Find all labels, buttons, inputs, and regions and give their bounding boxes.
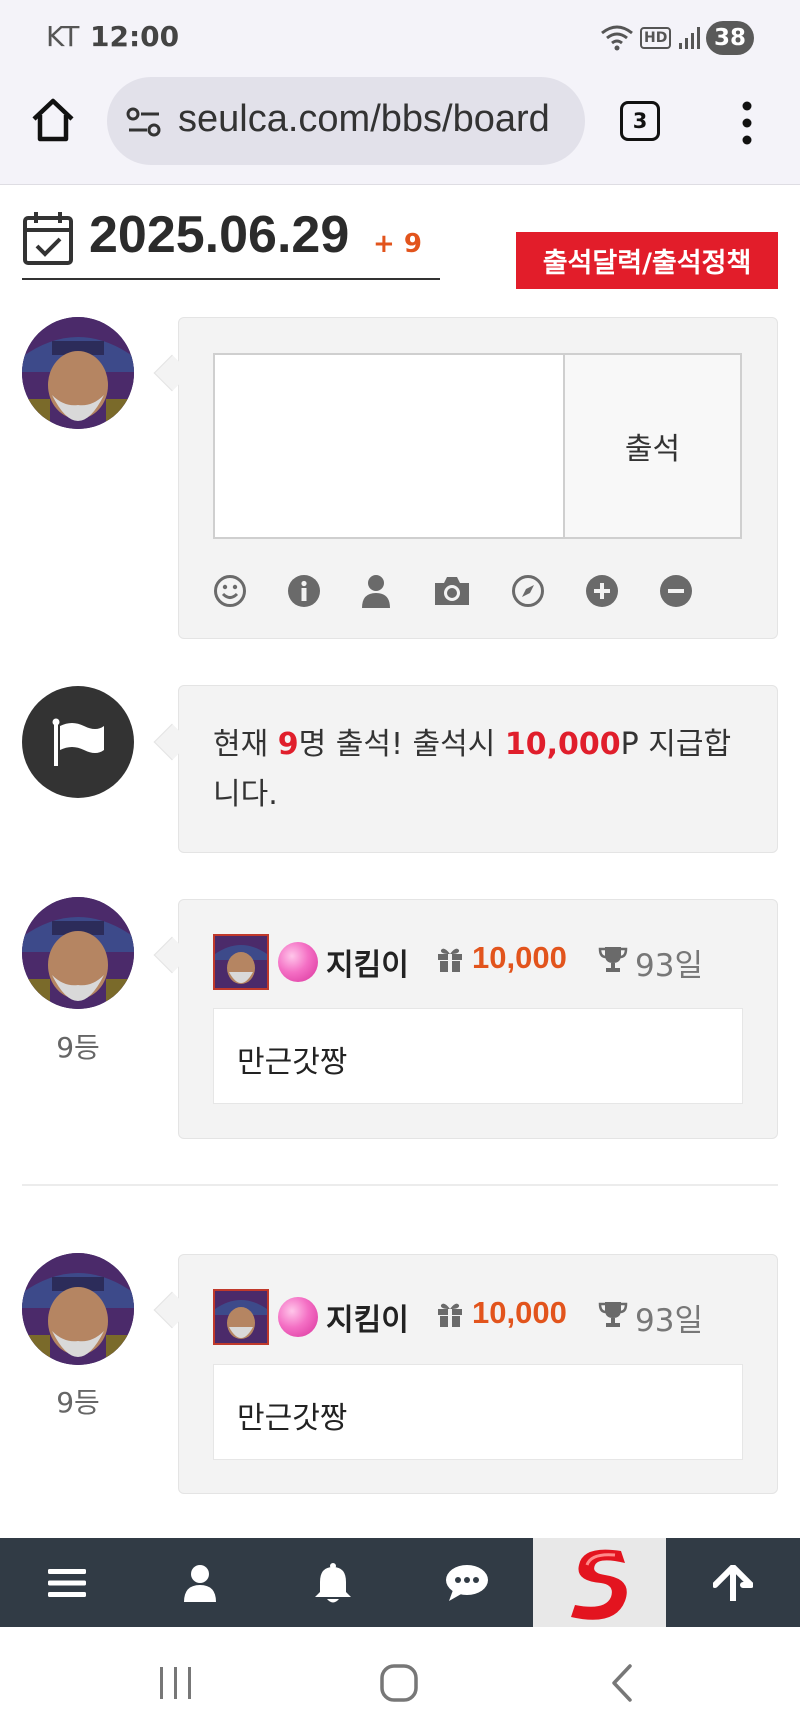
attendance-rank: 9등: [56, 1031, 100, 1064]
user-icon: [183, 1564, 216, 1602]
wizard-avatar-image: [22, 1253, 134, 1365]
browser-menu-button[interactable]: [736, 100, 758, 146]
info-icon: [288, 575, 320, 607]
smile-icon: [214, 575, 246, 607]
plus-circle-icon: [586, 575, 618, 607]
flag-icon: [52, 718, 104, 766]
chat-icon: [445, 1564, 488, 1601]
wizard-mini-avatar-image: [215, 936, 267, 988]
menu-icon: [47, 1568, 86, 1597]
arrow-up-icon: [713, 1564, 753, 1601]
calendar-check-icon: [22, 210, 74, 266]
wizard-avatar-image: [22, 897, 134, 1009]
recent-apps-icon: [160, 1667, 191, 1699]
nav-chat-button[interactable]: [400, 1538, 533, 1627]
member-nickname[interactable]: 지킴이: [326, 940, 409, 984]
signal-icon: [679, 27, 701, 49]
scroll-top-button[interactable]: [666, 1538, 800, 1627]
avatar: [22, 317, 134, 429]
attendee-count: 9: [277, 727, 299, 762]
avatar: [22, 897, 134, 1009]
nav-menu-button[interactable]: [0, 1538, 133, 1627]
expand-button[interactable]: [584, 573, 620, 609]
member-icon[interactable]: [213, 934, 269, 990]
gift-icon: [436, 945, 464, 977]
attendance-message: 만근갓짱: [237, 1045, 348, 1080]
consecutive-days: 93일: [635, 1303, 703, 1339]
home-button[interactable]: [28, 95, 78, 145]
attendance-message-input[interactable]: [213, 353, 565, 539]
attendance-rank: 9등: [56, 1386, 100, 1419]
entry-divider: [22, 1184, 778, 1186]
attendance-policy-button[interactable]: 출석달력/출석정책: [516, 232, 778, 289]
member-icon[interactable]: [213, 1289, 269, 1345]
attendance-message: 만근갓짱: [237, 1401, 348, 1436]
home-system-button[interactable]: [369, 1660, 429, 1706]
minus-circle-icon: [660, 575, 692, 607]
level-badge: [278, 1297, 318, 1337]
camera-icon: [435, 577, 469, 605]
member-nickname[interactable]: 지킴이: [326, 1295, 409, 1339]
notice-flag-badge: [22, 686, 134, 798]
nav-profile-button[interactable]: [133, 1538, 266, 1627]
more-vert-icon: [742, 101, 752, 145]
points-earned: 10,000: [472, 1295, 567, 1330]
site-logo-icon: [570, 1549, 627, 1620]
status-time: 12:00: [90, 20, 180, 53]
attend-submit-button[interactable]: 출석: [563, 353, 742, 539]
level-badge: [278, 942, 318, 982]
hd-badge: HD: [640, 27, 672, 49]
attendance-date: 2025.06.29: [89, 206, 350, 264]
battery-indicator: 38: [706, 21, 754, 55]
location-button[interactable]: [510, 573, 546, 609]
bell-icon: [314, 1562, 351, 1602]
home-circle-icon: [380, 1664, 418, 1702]
shrink-button[interactable]: [658, 573, 694, 609]
wizard-mini-avatar-image: [215, 1291, 267, 1343]
site-logo-button[interactable]: [533, 1538, 666, 1627]
info-button[interactable]: [286, 573, 322, 609]
photo-button[interactable]: [432, 573, 472, 609]
home-icon: [32, 98, 74, 142]
nav-notifications-button[interactable]: [266, 1538, 399, 1627]
attendance-count-badge: + 9: [373, 229, 422, 259]
trophy-icon: [598, 1299, 628, 1333]
wizard-avatar-image: [22, 317, 134, 429]
compass-icon: [512, 575, 544, 607]
emoji-button[interactable]: [212, 573, 248, 609]
url-text[interactable]: seulca.com/bbs/board: [178, 98, 578, 141]
date-underline: [22, 278, 440, 280]
mention-button[interactable]: [358, 573, 394, 609]
avatar: [22, 1253, 134, 1365]
tab-switcher-button[interactable]: 3: [620, 101, 660, 141]
user-icon: [362, 575, 390, 608]
points-earned: 10,000: [472, 940, 567, 975]
recent-apps-button[interactable]: [146, 1660, 206, 1706]
gift-icon: [436, 1300, 464, 1332]
site-settings-icon[interactable]: [126, 106, 162, 138]
reward-points: 10,000: [504, 727, 621, 762]
status-carrier: KT: [46, 20, 80, 53]
wifi-icon: [601, 25, 633, 51]
trophy-icon: [598, 944, 628, 978]
back-chevron-icon: [612, 1664, 632, 1702]
consecutive-days: 93일: [635, 948, 703, 984]
status-icons: HD: [600, 20, 703, 56]
back-button[interactable]: [592, 1660, 652, 1706]
attendance-notice: 현재 9명 출석! 출석시 10,000P 지급합니다.: [213, 727, 732, 812]
